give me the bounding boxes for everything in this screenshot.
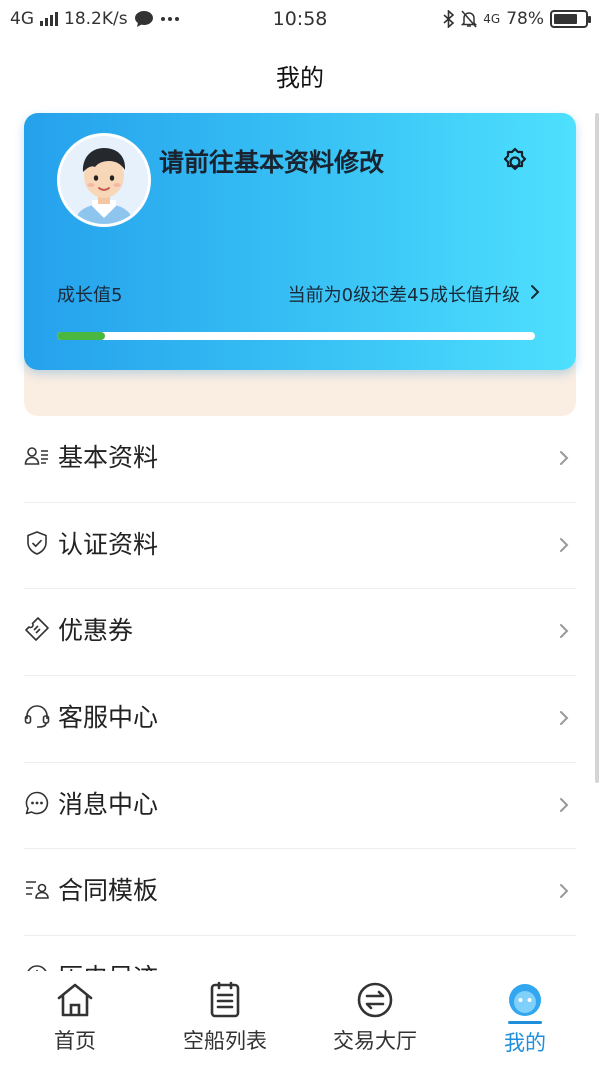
menu-item-history[interactable]: 历史足迹	[24, 936, 576, 971]
avatar[interactable]	[57, 133, 151, 227]
history-icon	[27, 965, 47, 971]
tab-empty-ship-list[interactable]: 空船列表	[150, 981, 300, 1061]
menu-item-label: 历史足迹	[58, 958, 158, 971]
menu-list: 基本资料 认证资料 优惠券 客服中心 消息中心 合同模板 历史足迹	[24, 416, 576, 971]
tab-label: 交易大厅	[333, 1029, 417, 1053]
status-bar: 4G 18.2K/s 10:58 4G 78%	[0, 0, 600, 40]
user-card-icon	[24, 447, 48, 465]
level-status-link[interactable]: 当前为0级还差45成长值升级	[288, 281, 540, 307]
menu-item-label: 优惠券	[58, 616, 134, 646]
contract-icon	[26, 881, 49, 900]
chevron-right-icon	[560, 624, 569, 639]
tab-label: 我的	[504, 1031, 546, 1055]
profile-face-icon	[509, 984, 541, 1016]
chevron-right-icon	[560, 884, 569, 899]
page-title: 我的	[276, 64, 324, 92]
home-icon	[57, 983, 93, 1017]
menu-item-label: 认证资料	[58, 529, 159, 559]
growth-value: 成长值5	[57, 285, 123, 306]
tab-trading-hall[interactable]: 交易大厅	[300, 981, 450, 1061]
tab-home[interactable]: 首页	[0, 981, 150, 1061]
shield-check-icon	[27, 530, 47, 555]
menu-item-label: 客服中心	[58, 703, 159, 733]
chevron-right-icon	[560, 537, 569, 552]
menu-item-coupons[interactable]: 优惠券	[24, 589, 576, 677]
progress-fill	[57, 332, 105, 340]
tab-label: 空船列表	[183, 1029, 267, 1053]
tab-label: 首页	[54, 1029, 96, 1053]
profile-card: 请前往基本资料修改 成长值5 当前为0级还差45成长值升级	[24, 113, 576, 370]
active-tab-indicator	[508, 1021, 542, 1024]
chevron-right-icon	[560, 711, 569, 726]
scrollbar[interactable]	[595, 113, 599, 783]
status-right: 4G 78%	[443, 9, 591, 29]
menu-item-label: 消息中心	[58, 789, 159, 819]
growth-progress-bar	[57, 332, 535, 340]
tab-profile[interactable]: 我的	[450, 981, 600, 1061]
chevron-right-icon[interactable]	[528, 282, 542, 302]
menu-item-label: 合同模板	[58, 876, 159, 906]
level-status-text: 当前为0级还差45成长值升级	[287, 285, 520, 306]
chevron-right-icon	[560, 451, 569, 465]
headset-icon	[24, 705, 50, 728]
network-type-right: 4G	[483, 12, 501, 26]
avatar-boy-icon	[60, 136, 148, 224]
chat-bubble-icon	[25, 791, 49, 815]
chevron-right-icon	[560, 797, 569, 812]
exchange-icon	[357, 982, 393, 1018]
bottom-tab-bar: 首页 空船列表 交易大厅 我的	[0, 971, 600, 1067]
battery-percent: 78%	[506, 9, 544, 29]
clipboard-icon	[210, 981, 240, 1018]
menu-item-label: 基本资料	[58, 443, 159, 472]
profile-name-prompt[interactable]: 请前往基本资料修改	[159, 143, 384, 179]
bluetooth-icon	[443, 10, 455, 28]
battery-icon	[550, 10, 591, 28]
settings-gear-icon[interactable]	[499, 146, 531, 178]
ticket-icon	[25, 617, 49, 642]
menu-item-contract-templates[interactable]: 合同模板	[24, 849, 576, 937]
menu-item-customer-service[interactable]: 客服中心	[24, 676, 576, 763]
menu-item-basic-info[interactable]: 基本资料	[24, 416, 576, 503]
mute-bell-icon	[461, 10, 478, 28]
menu-item-certification[interactable]: 认证资料	[24, 503, 576, 590]
menu-item-messages[interactable]: 消息中心	[24, 763, 576, 850]
